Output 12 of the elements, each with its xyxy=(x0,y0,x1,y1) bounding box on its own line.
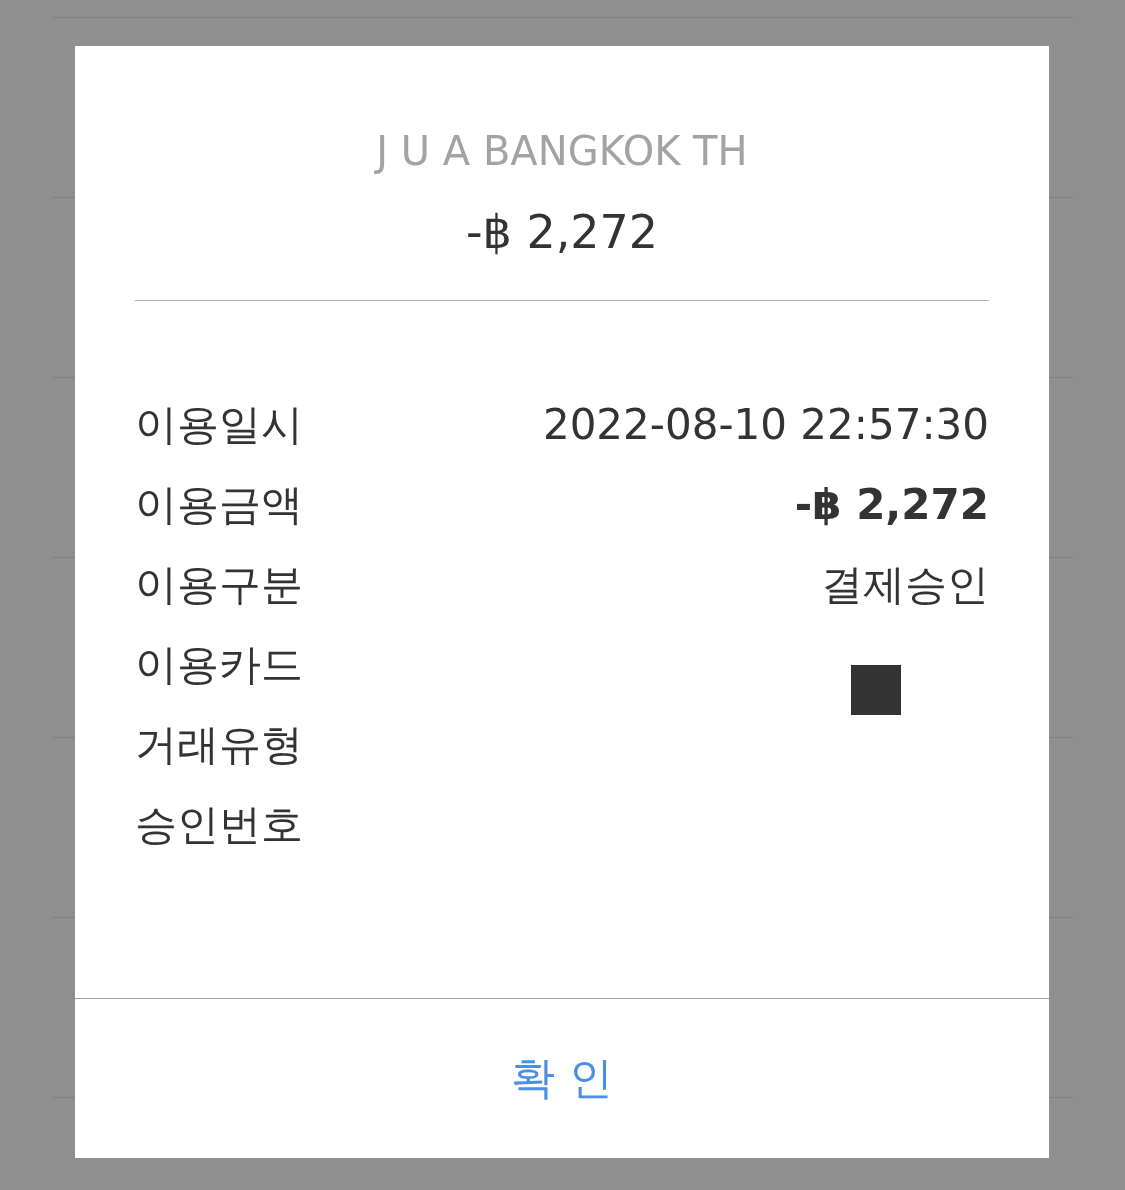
detail-value: 결제승인 xyxy=(821,559,989,611)
dialog-merchant-name: J U A BANGKOK TH xyxy=(376,127,748,176)
detail-label: 이용금액 xyxy=(135,479,303,531)
detail-label: 이용일시 xyxy=(135,399,303,451)
detail-amount: -฿ 2,272 xyxy=(794,479,989,531)
redaction-block xyxy=(851,665,901,715)
detail-label: 이용구분 xyxy=(135,559,303,611)
detail-value: 2022-08-10 22:57:30 xyxy=(542,399,989,451)
detail-label: 승인번호 xyxy=(135,799,303,851)
detail-label: 이용카드 xyxy=(135,639,303,691)
dialog-amount: -฿ 2,272 xyxy=(465,204,659,260)
detail-label: 거래유형 xyxy=(135,719,303,771)
